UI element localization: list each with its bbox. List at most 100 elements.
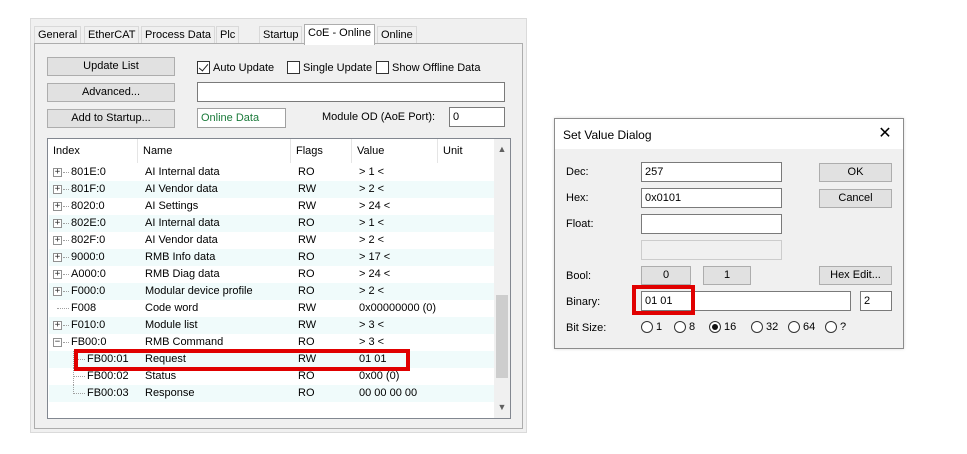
cell-index: A000:0 (71, 268, 106, 280)
bool-0-button[interactable]: 0 (641, 266, 691, 285)
table-row[interactable]: + A000:0 RMB Diag data RO > 24 < (49, 266, 495, 283)
single-update-label: Single Update (303, 61, 373, 74)
scroll-thumb[interactable] (496, 295, 508, 378)
cell-value: > 24 < (359, 200, 391, 212)
vertical-scrollbar[interactable]: ▲ ▼ (494, 139, 510, 418)
expand-icon[interactable]: + (53, 236, 62, 245)
expand-icon[interactable]: + (53, 219, 62, 228)
cell-name: AI Internal data (145, 166, 220, 178)
cell-flags: RO (298, 251, 315, 263)
cell-index: FB00:03 (87, 387, 129, 399)
bitsize-unknown-radio[interactable]: ? (825, 321, 846, 333)
scroll-down-icon[interactable]: ▼ (494, 399, 510, 416)
float-input[interactable] (641, 214, 782, 234)
set-value-dialog: Set Value Dialog ✕ Dec: 257 OK Hex: 0x01… (554, 118, 904, 349)
column-header-unit[interactable]: Unit (438, 139, 495, 163)
request-row-highlight (74, 349, 410, 371)
module-od-port-input[interactable]: 0 (449, 107, 505, 127)
tree-connector (63, 206, 69, 207)
table-row[interactable]: F008 Code word RW 0x00000000 (0) (49, 300, 495, 317)
hex-input[interactable]: 0x0101 (641, 188, 782, 208)
cell-value: 00 00 00 00 (359, 387, 418, 399)
tree-connector (63, 257, 69, 258)
column-header-index[interactable]: Index (48, 139, 138, 163)
bitsize-1-radio[interactable]: 1 (641, 321, 662, 333)
column-header-value[interactable]: Value (352, 139, 438, 163)
bitsize-16-radio[interactable]: 16 (709, 321, 736, 333)
cell-index: 802F:0 (71, 234, 106, 246)
cell-flags: RO (298, 285, 315, 297)
auto-update-label: Auto Update (213, 61, 275, 74)
cell-index: 801F:0 (71, 183, 106, 195)
module-od-label: Module OD (AoE Port): (322, 111, 436, 123)
add-to-startup-button[interactable]: Add to Startup... (47, 109, 175, 128)
table-row[interactable]: +802E:0 AI Internal data RO > 1 < (49, 215, 495, 232)
table-row[interactable]: +801E:0 AI Internal data RO > 1 < (49, 164, 495, 181)
tree-connector (63, 172, 69, 173)
bitsize-8-label: 8 (689, 321, 696, 333)
bitsize-32-radio[interactable]: 32 (751, 321, 778, 333)
checkbox-unchecked-icon (376, 61, 389, 74)
tab-coe-online[interactable]: CoE - Online (304, 24, 375, 45)
single-update-checkbox[interactable]: Single Update (287, 61, 372, 74)
bit-size-label: Bit Size: (566, 322, 607, 334)
show-offline-data-checkbox[interactable]: Show Offline Data (376, 61, 480, 74)
update-list-button[interactable]: Update List (47, 57, 175, 76)
ok-button[interactable]: OK (819, 163, 892, 182)
table-row[interactable]: +8020:0 AI Settings RW > 24 < (49, 198, 495, 215)
table-row[interactable]: + F010:0 Module list RW > 3 < (49, 317, 495, 334)
collapse-icon[interactable]: − (53, 338, 62, 347)
expand-icon[interactable]: + (53, 287, 62, 296)
tree-connector (63, 223, 69, 224)
table-row[interactable]: + F000:0 Modular device profile RO > 2 < (49, 283, 495, 300)
cell-index: 8020:0 (71, 200, 105, 212)
path-input[interactable] (197, 82, 505, 102)
dec-input[interactable]: 257 (641, 162, 782, 182)
cell-name: RMB Diag data (145, 268, 220, 280)
radio-icon (788, 321, 800, 333)
expand-icon[interactable]: + (53, 270, 62, 279)
dialog-title: Set Value Dialog (563, 128, 652, 142)
radio-icon (674, 321, 686, 333)
bitsize-32-label: 32 (766, 321, 779, 333)
bitsize-64-radio[interactable]: 64 (788, 321, 815, 333)
scroll-up-icon[interactable]: ▲ (494, 141, 510, 158)
tree-connector (63, 240, 69, 241)
expand-icon[interactable]: + (53, 185, 62, 194)
hex-label: Hex: (566, 192, 589, 204)
bitsize-8-radio[interactable]: 8 (674, 321, 695, 333)
bool-label: Bool: (566, 270, 592, 282)
table-row[interactable]: +801F:0 AI Vendor data RW > 2 < (49, 181, 495, 198)
expand-icon[interactable]: + (53, 253, 62, 262)
cell-index: 9000:0 (71, 251, 105, 263)
checkbox-unchecked-icon (287, 61, 300, 74)
expand-icon[interactable]: + (53, 321, 62, 330)
table-row[interactable]: +9000:0 RMB Info data RO > 17 < (49, 249, 495, 266)
expand-icon[interactable]: + (53, 168, 62, 177)
cell-flags: RW (298, 319, 317, 331)
table-row[interactable]: FB00:03 Response RO 00 00 00 00 (49, 385, 495, 402)
cell-name: Module list (145, 319, 198, 331)
radio-icon (641, 321, 653, 333)
tree-connector (73, 393, 85, 394)
object-dictionary-table: Index Name Flags Value Unit +801E:0 AI In… (47, 138, 511, 419)
column-header-flags[interactable]: Flags (291, 139, 352, 163)
auto-update-checkbox[interactable]: Auto Update (197, 61, 274, 74)
cell-value: > 1 < (359, 217, 385, 229)
bool-1-button[interactable]: 1 (703, 266, 751, 285)
table-row[interactable]: +802F:0 AI Vendor data RW > 2 < (49, 232, 495, 249)
hex-edit-button[interactable]: Hex Edit... (819, 266, 892, 285)
close-icon[interactable]: ✕ (875, 124, 895, 144)
disabled-input (641, 240, 782, 260)
expand-icon[interactable]: + (53, 202, 62, 211)
cell-name: Modular device profile (145, 285, 253, 297)
tree-connector (63, 325, 69, 326)
advanced-button[interactable]: Advanced... (47, 83, 175, 102)
cell-value: > 3 < (359, 319, 385, 331)
column-header-name[interactable]: Name (138, 139, 291, 163)
cancel-button[interactable]: Cancel (819, 189, 892, 208)
tree-connector (63, 342, 69, 343)
cell-index: 801E:0 (71, 166, 106, 178)
cell-index: 802E:0 (71, 217, 106, 229)
cell-name: AI Internal data (145, 217, 220, 229)
